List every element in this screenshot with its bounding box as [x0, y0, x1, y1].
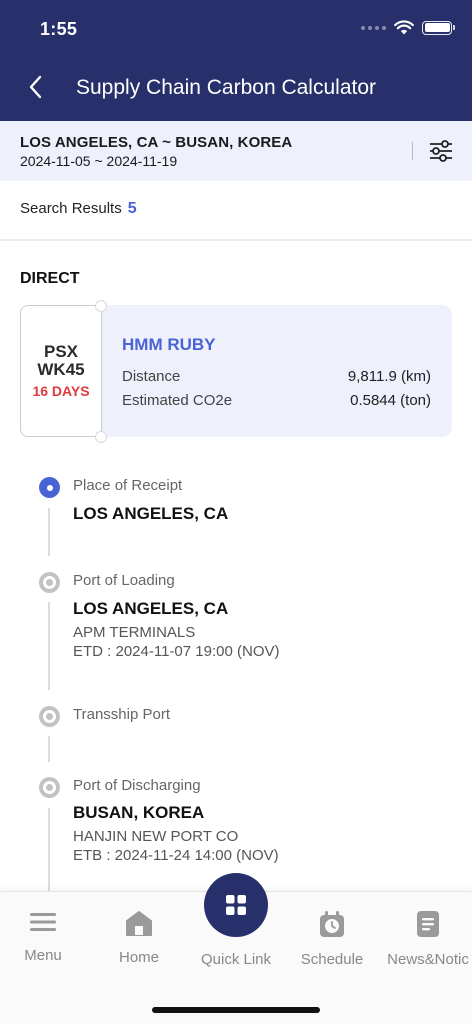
timeline-connector [48, 808, 50, 891]
news-icon [417, 911, 439, 937]
nav-menu-label: Menu [24, 947, 62, 964]
nav-home[interactable]: Home [94, 910, 184, 966]
timeline-time: ETD : 2024-11-07 19:00 (NOV) [73, 643, 280, 660]
chevron-left-icon [29, 75, 42, 99]
ticket-notch [95, 300, 107, 312]
battery-icon [422, 20, 455, 35]
route-divider [412, 142, 413, 160]
timeline-dot [39, 572, 60, 593]
status-icons [361, 20, 455, 35]
home-icon [126, 911, 152, 936]
timeline-label: Port of Discharging [73, 777, 201, 794]
search-results-summary: Search Results 5 [20, 200, 137, 218]
nav-news-label: News&Notic [387, 951, 469, 968]
timeline-terminal: APM TERMINALS [73, 624, 196, 641]
timeline-terminal: HANJIN NEW PORT CO [73, 828, 239, 845]
timeline-label: Transship Port [73, 706, 170, 723]
search-results-label: Search Results [20, 200, 122, 217]
vessel-name: HMM RUBY [122, 335, 216, 354]
distance-row: Distance 9,811.9 (km) [122, 368, 431, 385]
nav-schedule[interactable]: Schedule [287, 910, 377, 968]
timeline-place: LOS ANGELES, CA [73, 599, 229, 618]
nav-home-label: Home [118, 949, 159, 966]
co2-row: Estimated CO2e 0.5844 (ton) [122, 392, 431, 409]
timeline-dot [39, 777, 60, 798]
section-label-direct: DIRECT [20, 270, 80, 287]
status-time: 1:55 [40, 19, 78, 39]
back-button[interactable] [28, 72, 50, 102]
page-title: Supply Chain Carbon Calculator [76, 76, 376, 99]
route-dates: 2024-11-05 ~ 2024-11-19 [20, 153, 178, 169]
menu-icon [30, 913, 56, 931]
filter-button[interactable] [428, 139, 454, 163]
distance-label: Distance [122, 368, 181, 385]
quick-link-button[interactable] [204, 873, 268, 937]
timeline-label: Port of Loading [73, 572, 175, 589]
nav-news[interactable]: News&Notic [383, 910, 472, 968]
app-header: 1:55 Supply Chain Carbon Calculator [0, 0, 472, 121]
service-week: WK45 [37, 360, 85, 379]
voyage-card[interactable]: PSX WK45 16 DAYS HMM RUBY Distance 9,811… [20, 300, 452, 443]
distance-value: 9,811.9 (km) [347, 368, 431, 385]
timeline-connector [48, 736, 50, 762]
service-ticket: PSX WK45 16 DAYS [20, 305, 102, 437]
route-summary-bar: LOS ANGELES, CA ~ BUSAN, KOREA 2024-11-0… [0, 121, 472, 181]
divider [0, 239, 472, 241]
timeline-place: LOS ANGELES, CA [73, 504, 229, 523]
timeline-label: Place of Receipt [73, 477, 183, 494]
route-ports: LOS ANGELES, CA ~ BUSAN, KOREA [20, 134, 293, 151]
home-indicator [152, 1007, 320, 1013]
route-summary: LOS ANGELES, CA ~ BUSAN, KOREA 2024-11-0… [20, 134, 292, 169]
sliders-icon [430, 140, 452, 162]
nav-quick-label: Quick Link [200, 951, 272, 968]
nav-menu[interactable]: Menu [0, 910, 88, 964]
wifi-icon [394, 20, 414, 35]
ticket-notch [95, 431, 107, 443]
signal-icon [361, 25, 386, 30]
timeline-dot-active [39, 477, 60, 498]
search-results-count: 5 [127, 200, 137, 217]
timeline-connector [48, 508, 50, 556]
co2-label: Estimated CO2e [122, 392, 233, 409]
grid-icon [226, 895, 246, 915]
service-code: PSX [43, 342, 79, 361]
timeline-time: ETB : 2024-11-24 14:00 (NOV) [73, 847, 279, 864]
co2-value: 0.5844 (ton) [350, 392, 431, 409]
nav-schedule-label: Schedule [300, 951, 364, 968]
timeline-dot [39, 706, 60, 727]
timeline-connector [48, 602, 50, 690]
transit-days: 16 DAYS [32, 383, 90, 399]
timeline-place: BUSAN, KOREA [73, 803, 205, 822]
schedule-icon [320, 911, 344, 937]
